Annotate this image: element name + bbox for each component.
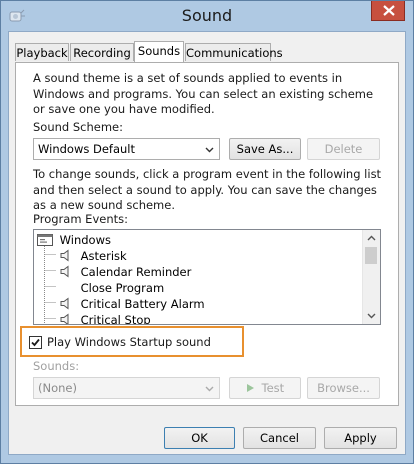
- speaker-icon: [60, 249, 69, 262]
- sounds-tab-panel: A sound theme is a set of sounds applied…: [15, 62, 399, 406]
- sound-scheme-label: Sound Scheme:: [33, 120, 124, 134]
- sound-scheme-value: Windows Default: [38, 142, 136, 156]
- cancel-button[interactable]: Cancel: [243, 427, 316, 449]
- sound-scheme-dropdown[interactable]: Windows Default: [33, 138, 220, 160]
- scroll-down-icon[interactable]: [367, 313, 376, 319]
- program-events-list[interactable]: Windows Asterisk Calendar Reminder Close…: [33, 229, 381, 325]
- sounds-label: Sounds:: [33, 359, 80, 373]
- save-as-button[interactable]: Save As...: [229, 138, 301, 160]
- delete-button[interactable]: Delete: [307, 138, 380, 160]
- list-scrollbar[interactable]: [362, 230, 380, 324]
- startup-sound-label[interactable]: Play Windows Startup sound: [47, 335, 211, 351]
- title-bar[interactable]: Sound: [1, 1, 413, 31]
- sound-dialog: Sound Playback Recording Sounds Communic…: [0, 0, 414, 464]
- close-button[interactable]: [371, 1, 405, 21]
- scroll-up-icon[interactable]: [367, 235, 376, 241]
- window-icon: [37, 234, 53, 246]
- speaker-icon: [60, 313, 69, 324]
- sounds-value: (None): [38, 381, 77, 395]
- program-events-label: Program Events:: [33, 212, 128, 226]
- list-item[interactable]: Critical Stop: [59, 312, 151, 324]
- tab-sounds[interactable]: Sounds: [134, 41, 184, 62]
- list-item[interactable]: Critical Battery Alarm: [59, 296, 205, 312]
- checkmark-icon: [31, 338, 40, 347]
- tab-recording[interactable]: Recording: [70, 43, 134, 61]
- instructions-text: To change sounds, click a program event …: [33, 167, 382, 212]
- window-title: Sound: [181, 6, 233, 25]
- list-item[interactable]: Close Program: [59, 280, 165, 296]
- speaker-icon: [60, 297, 69, 310]
- dialog-body: Playback Recording Sounds Communications…: [8, 31, 406, 455]
- browse-button[interactable]: Browse...: [307, 377, 380, 399]
- close-icon: [383, 5, 395, 16]
- ok-button[interactable]: OK: [164, 427, 235, 449]
- test-button[interactable]: Test: [229, 377, 301, 399]
- startup-sound-checkbox[interactable]: [29, 336, 42, 349]
- tab-communications[interactable]: Communications: [185, 43, 283, 61]
- list-item[interactable]: Calendar Reminder: [59, 264, 191, 280]
- play-icon: [246, 384, 254, 392]
- tab-playback[interactable]: Playback: [15, 43, 69, 61]
- list-item[interactable]: Asterisk: [59, 248, 127, 264]
- speaker-icon: [60, 265, 69, 278]
- chevron-down-icon: [205, 147, 214, 153]
- scheme-description: A sound theme is a set of sounds applied…: [33, 71, 374, 116]
- sounds-dropdown[interactable]: (None): [33, 377, 220, 399]
- apply-button[interactable]: Apply: [324, 427, 397, 449]
- chevron-down-icon: [205, 386, 214, 392]
- windows-group-label: Windows: [59, 233, 111, 247]
- scroll-thumb[interactable]: [365, 247, 377, 264]
